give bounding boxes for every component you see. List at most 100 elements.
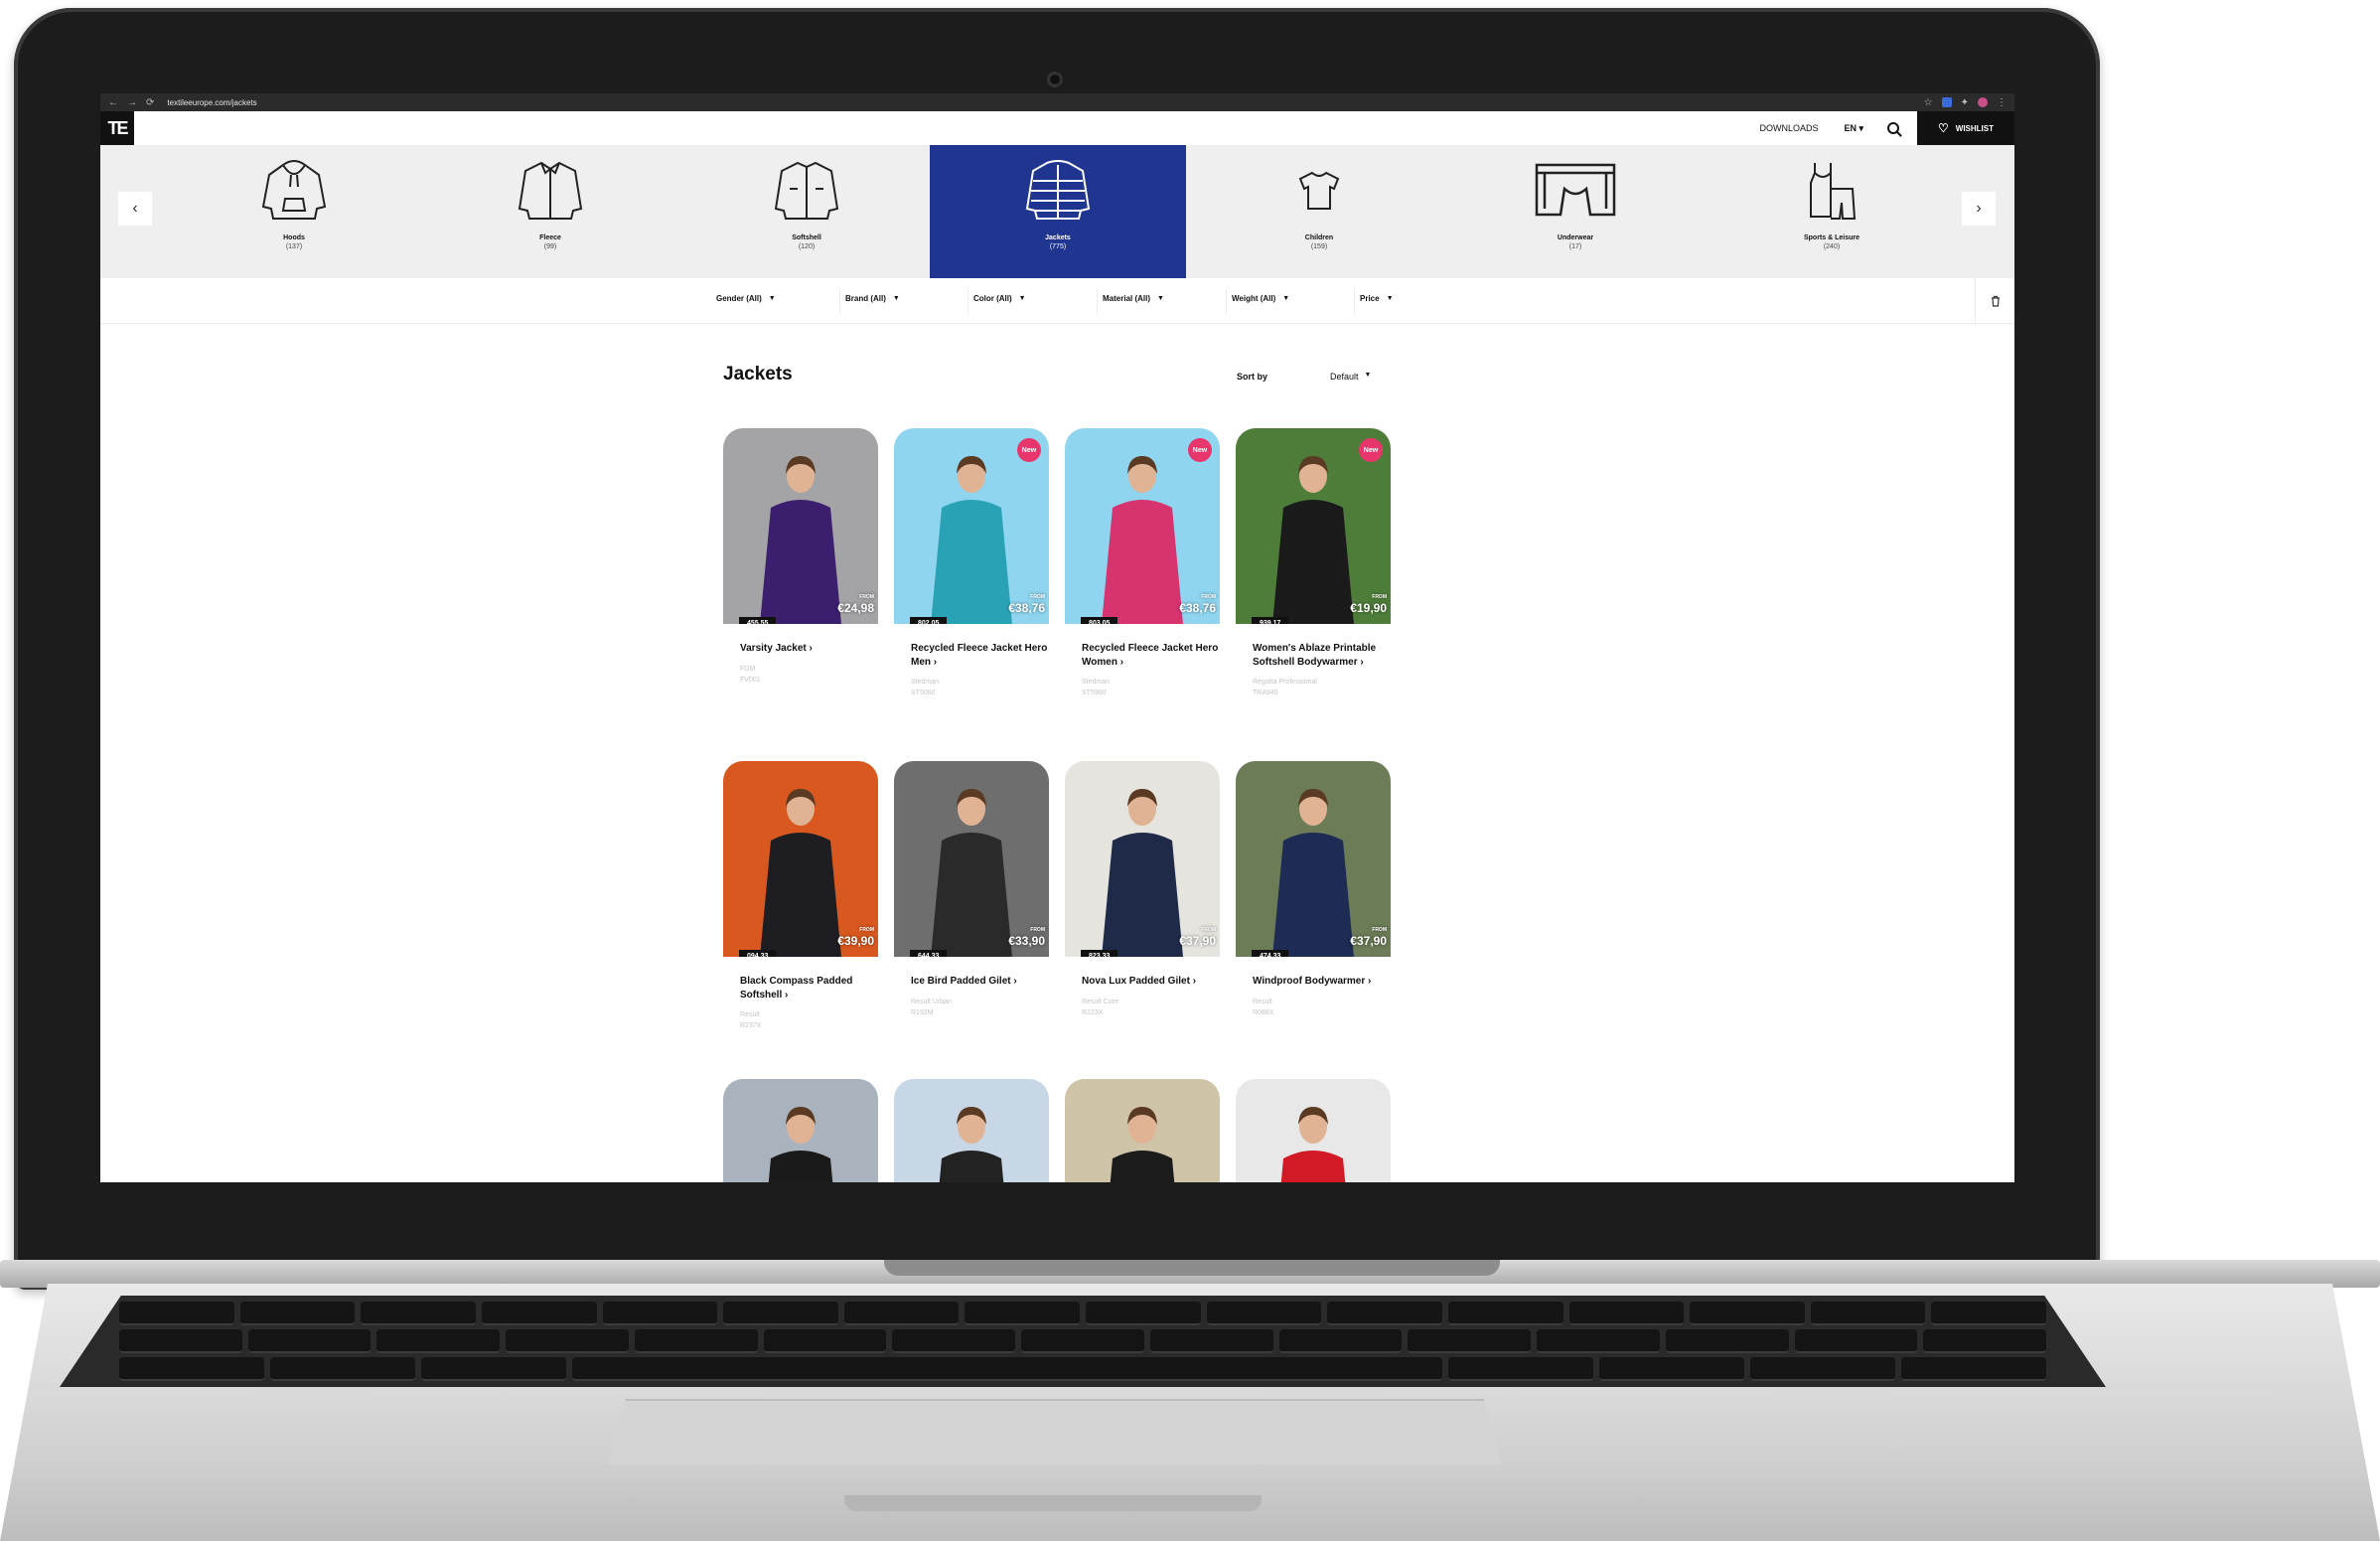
sort-label: Sort by xyxy=(1237,372,1268,382)
product-card[interactable]: FROM €39,90 094.33 Black Compass Padded Sof… xyxy=(723,761,878,1029)
product-card[interactable] xyxy=(723,1079,878,1182)
category-hoods[interactable]: Hoods (137) xyxy=(166,145,422,278)
product-code-tag: 802.05 xyxy=(910,617,948,624)
price-from-label: FROM xyxy=(1201,594,1216,600)
model-figure xyxy=(760,456,841,624)
product-card[interactable]: FROM €33,90 644.33 Ice Bird Padded Gilet › R… xyxy=(894,761,1049,1016)
product-name-link[interactable]: Ice Bird Padded Gilet › xyxy=(911,975,1050,989)
product-brand: Result xyxy=(1253,998,1272,1005)
sports-icon xyxy=(1810,163,1857,220)
category-children[interactable]: Children (159) xyxy=(1191,145,1447,278)
product-name-link[interactable]: Varsity Jacket › xyxy=(740,642,879,656)
address-bar[interactable]: textileeurope.com/jackets xyxy=(167,98,256,107)
model-figure xyxy=(1272,789,1354,957)
puzzle-icon[interactable]: ✦ xyxy=(1961,97,1969,108)
product-name: Windproof Bodywarmer xyxy=(1253,976,1366,987)
caret-down-icon: ▼ xyxy=(768,295,776,302)
chevron-left-icon[interactable]: ‹ xyxy=(118,192,152,226)
category-label: Hoods xyxy=(283,234,305,241)
product-name-link[interactable]: Nova Lux Padded Gilet › xyxy=(1082,975,1221,989)
jacket-icon xyxy=(1025,160,1091,220)
product-sku: TRA845 xyxy=(1253,690,1278,696)
product-card[interactable] xyxy=(1236,1079,1391,1182)
filter-material[interactable]: Material (All) ▼ xyxy=(1103,294,1164,303)
filter-label: Price xyxy=(1360,294,1380,303)
product-image[interactable] xyxy=(1065,1079,1220,1182)
product-image[interactable]: FROM €33,90 644.33 xyxy=(894,761,1049,957)
product-image[interactable]: FROM €37,90 823.33 xyxy=(1065,761,1220,957)
site-logo[interactable]: TE xyxy=(100,111,134,145)
category-sports-leisure[interactable]: Sports & Leisure (240) xyxy=(1704,145,1960,278)
price-tag: FROM €19,90 xyxy=(1350,595,1387,616)
browser-toolbar: ← → ⟳ textileeurope.com/jackets ☆ ✦ ⋮ xyxy=(100,93,2014,111)
product-name: Black Compass Padded Softshell xyxy=(740,976,853,1001)
price-value: €37,90 xyxy=(1179,934,1216,948)
chevron-right-icon: › xyxy=(1010,976,1017,987)
product-name-link[interactable]: Recycled Fleece Jacket Hero Women › xyxy=(1082,642,1221,669)
product-card[interactable]: New FROM €38,76 802.05 Recycled Fleece Jacke… xyxy=(894,428,1049,696)
category-count: (99) xyxy=(543,243,557,250)
product-image[interactable]: New FROM €19,90 939.17 xyxy=(1236,428,1391,624)
model-figure xyxy=(768,1107,833,1182)
product-card[interactable]: New FROM €19,90 939.17 Women's Ablaze Printa… xyxy=(1236,428,1391,696)
menu-dots-icon[interactable]: ⋮ xyxy=(1997,97,2007,108)
product-card[interactable]: FROM €24,98 455.55 Varsity Jacket › FDM FV001 xyxy=(723,428,878,684)
category-fleece[interactable]: Fleece (99) xyxy=(422,145,678,278)
product-sku: R088X xyxy=(1253,1008,1274,1016)
product-image[interactable]: FROM €39,90 094.33 xyxy=(723,761,878,957)
filter-label: Color (All) xyxy=(973,294,1012,303)
category-softshell[interactable]: Softshell (120) xyxy=(678,145,935,278)
price-from-label: FROM xyxy=(1201,927,1216,933)
profile-avatar[interactable] xyxy=(1978,97,1988,107)
product-image[interactable]: FROM €24,98 455.55 xyxy=(723,428,878,624)
price-tag: FROM €37,90 xyxy=(1350,928,1387,949)
price-tag: FROM €24,98 xyxy=(837,595,874,616)
filter-brand[interactable]: Brand (All) ▼ xyxy=(845,294,900,303)
category-carousel: ‹ Hoods (137) Fleece (99) Softshell (120 xyxy=(100,145,2014,278)
product-card[interactable] xyxy=(1065,1079,1220,1182)
product-image[interactable] xyxy=(1236,1079,1391,1182)
product-image[interactable] xyxy=(894,1079,1049,1182)
bookmark-star-icon[interactable]: ☆ xyxy=(1924,97,1933,108)
language-selector[interactable]: EN ▾ xyxy=(1844,123,1863,134)
product-card[interactable]: FROM €37,90 474.33 Windproof Bodywarmer › Re… xyxy=(1236,761,1391,1016)
product-card[interactable]: FROM €37,90 823.33 Nova Lux Padded Gilet › R… xyxy=(1065,761,1220,1016)
category-underwear[interactable]: Underwear (17) xyxy=(1447,145,1704,278)
reload-icon[interactable]: ⟳ xyxy=(146,97,154,108)
product-code-tag: 644.33 xyxy=(910,950,948,957)
product-image[interactable] xyxy=(723,1079,878,1182)
product-image[interactable]: FROM €37,90 474.33 xyxy=(1236,761,1391,957)
product-image[interactable]: New FROM €38,76 802.05 xyxy=(894,428,1049,624)
filter-price[interactable]: Price ▼ xyxy=(1360,294,1394,303)
product-name-link[interactable]: Black Compass Padded Softshell › xyxy=(740,975,879,1002)
price-value: €37,90 xyxy=(1350,934,1387,948)
product-image[interactable]: New FROM €38,76 803.05 xyxy=(1065,428,1220,624)
price-value: €39,90 xyxy=(837,934,874,948)
filter-gender[interactable]: Gender (All) ▼ xyxy=(716,294,776,303)
back-icon[interactable]: ← xyxy=(108,97,118,108)
product-name-link[interactable]: Recycled Fleece Jacket Hero Men › xyxy=(911,642,1050,669)
clear-filters-button[interactable] xyxy=(1975,278,2014,324)
product-card[interactable]: New FROM €38,76 803.05 Recycled Fleece Jacke… xyxy=(1065,428,1220,696)
product-card[interactable] xyxy=(894,1079,1049,1182)
downloads-link[interactable]: DOWNLOADS xyxy=(1759,123,1818,133)
chevron-right-icon[interactable]: › xyxy=(1962,192,1996,226)
wishlist-button[interactable]: ♡ WISHLIST xyxy=(1917,111,2014,145)
product-name-link[interactable]: Women's Ablaze Printable Softshell Bodyw… xyxy=(1253,642,1392,669)
model-figure xyxy=(1102,789,1183,957)
forward-icon[interactable]: → xyxy=(127,97,137,108)
search-icon[interactable] xyxy=(1887,122,1899,134)
product-brand: Result xyxy=(740,1011,760,1018)
screen: ← → ⟳ textileeurope.com/jackets ☆ ✦ ⋮ TE… xyxy=(100,93,2014,1182)
sort-dropdown[interactable]: Default ▼ xyxy=(1330,372,1371,382)
filter-color[interactable]: Color (All) ▼ xyxy=(973,294,1026,303)
extension-icon[interactable] xyxy=(1941,97,1952,107)
new-badge: New xyxy=(1188,438,1212,462)
category-count: (137) xyxy=(285,243,303,250)
product-name-link[interactable]: Windproof Bodywarmer › xyxy=(1253,975,1392,989)
price-tag: FROM €39,90 xyxy=(837,928,874,949)
category-jackets[interactable]: Jackets (775) xyxy=(930,145,1186,278)
filter-weight[interactable]: Weight (All) ▼ xyxy=(1232,294,1289,303)
category-label: Fleece xyxy=(539,234,561,241)
chevron-right-icon: › xyxy=(931,656,938,668)
